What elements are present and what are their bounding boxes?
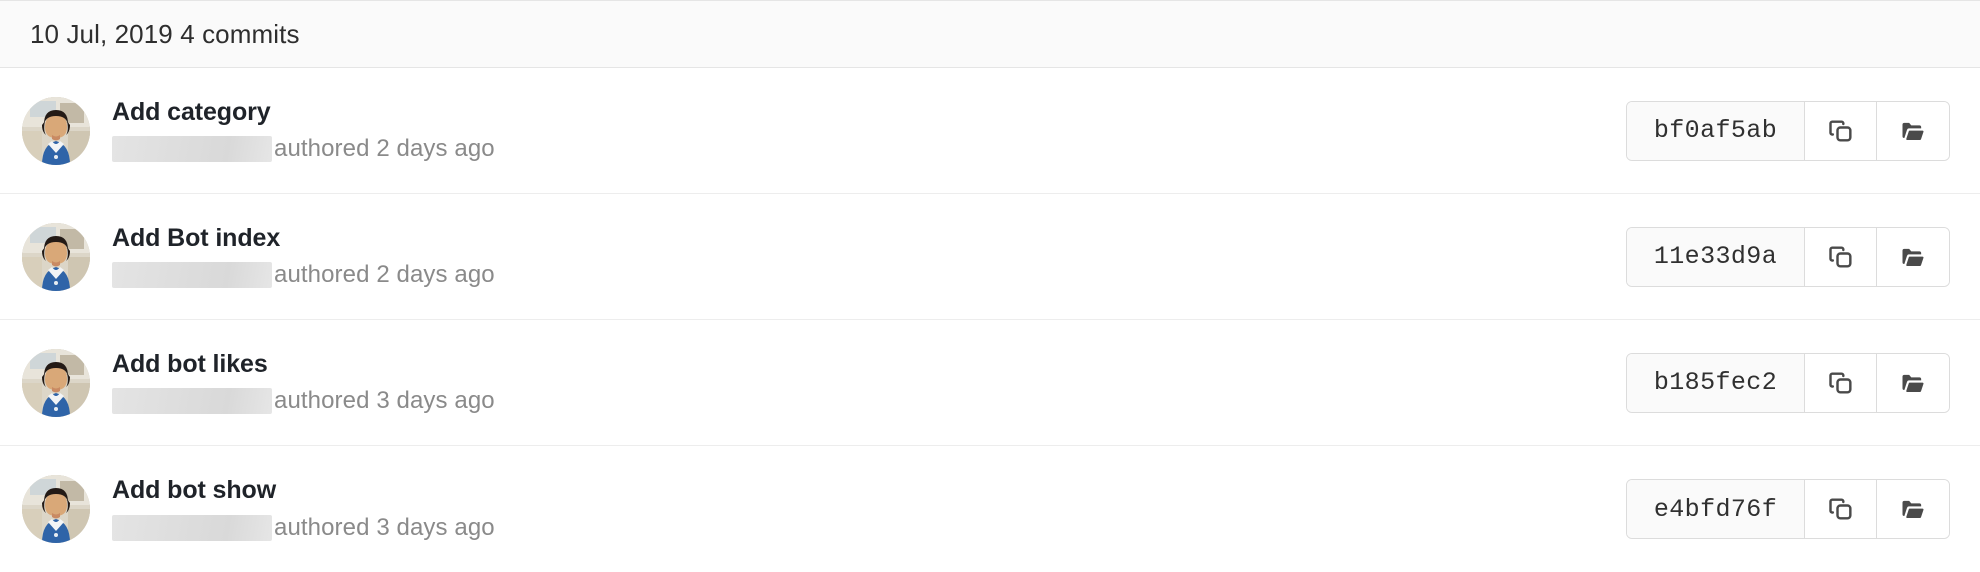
commit-info: Add bot likes authored 3 days ago: [112, 350, 1602, 416]
commit-title[interactable]: Add bot show: [112, 476, 1602, 506]
authored-time: authored 2 days ago: [274, 261, 495, 289]
folder-icon[interactable]: [1877, 354, 1949, 412]
avatar[interactable]: [22, 97, 90, 165]
commit-title[interactable]: Add category: [112, 98, 1602, 128]
author-name-redacted: [112, 515, 272, 541]
commit-info: Add Bot index authored 2 days ago: [112, 224, 1602, 290]
commit-sha[interactable]: 11e33d9a: [1627, 228, 1805, 286]
copy-icon[interactable]: [1805, 228, 1877, 286]
commit-row[interactable]: Add category authored 2 days ago bf0af5a…: [0, 68, 1980, 194]
commit-actions: 11e33d9a: [1626, 227, 1950, 287]
commit-actions: e4bfd76f: [1626, 479, 1950, 539]
commit-date-header: 10 Jul, 2019 4 commits: [0, 0, 1980, 68]
folder-icon[interactable]: [1877, 228, 1949, 286]
commit-actions: b185fec2: [1626, 353, 1950, 413]
commit-row[interactable]: Add bot likes authored 3 days ago b185fe…: [0, 320, 1980, 446]
commit-meta: authored 3 days ago: [112, 514, 1602, 542]
commit-sha[interactable]: b185fec2: [1627, 354, 1805, 412]
commit-sha[interactable]: e4bfd76f: [1627, 480, 1805, 538]
folder-icon[interactable]: [1877, 480, 1949, 538]
copy-icon[interactable]: [1805, 102, 1877, 160]
author-name-redacted: [112, 136, 272, 162]
commit-meta: authored 3 days ago: [112, 387, 1602, 415]
avatar[interactable]: [22, 223, 90, 291]
commit-list-page: 10 Jul, 2019 4 commits Add ca: [0, 0, 1980, 572]
authored-time: authored 3 days ago: [274, 387, 495, 415]
commit-info: Add bot show authored 3 days ago: [112, 476, 1602, 542]
avatar[interactable]: [22, 475, 90, 543]
authored-time: authored 3 days ago: [274, 514, 495, 542]
author-name-redacted: [112, 388, 272, 414]
commit-info: Add category authored 2 days ago: [112, 98, 1602, 164]
commit-row[interactable]: Add Bot index authored 2 days ago 11e33d…: [0, 194, 1980, 320]
commit-actions: bf0af5ab: [1626, 101, 1950, 161]
avatar[interactable]: [22, 349, 90, 417]
commit-meta: authored 2 days ago: [112, 261, 1602, 289]
commit-row[interactable]: Add bot show authored 3 days ago e4bfd76…: [0, 446, 1980, 572]
commit-meta: authored 2 days ago: [112, 135, 1602, 163]
folder-icon[interactable]: [1877, 102, 1949, 160]
commit-title[interactable]: Add bot likes: [112, 350, 1602, 380]
commit-title[interactable]: Add Bot index: [112, 224, 1602, 254]
commit-sha[interactable]: bf0af5ab: [1627, 102, 1805, 160]
author-name-redacted: [112, 262, 272, 288]
copy-icon[interactable]: [1805, 480, 1877, 538]
copy-icon[interactable]: [1805, 354, 1877, 412]
authored-time: authored 2 days ago: [274, 135, 495, 163]
commit-date-header-text: 10 Jul, 2019 4 commits: [30, 19, 300, 50]
